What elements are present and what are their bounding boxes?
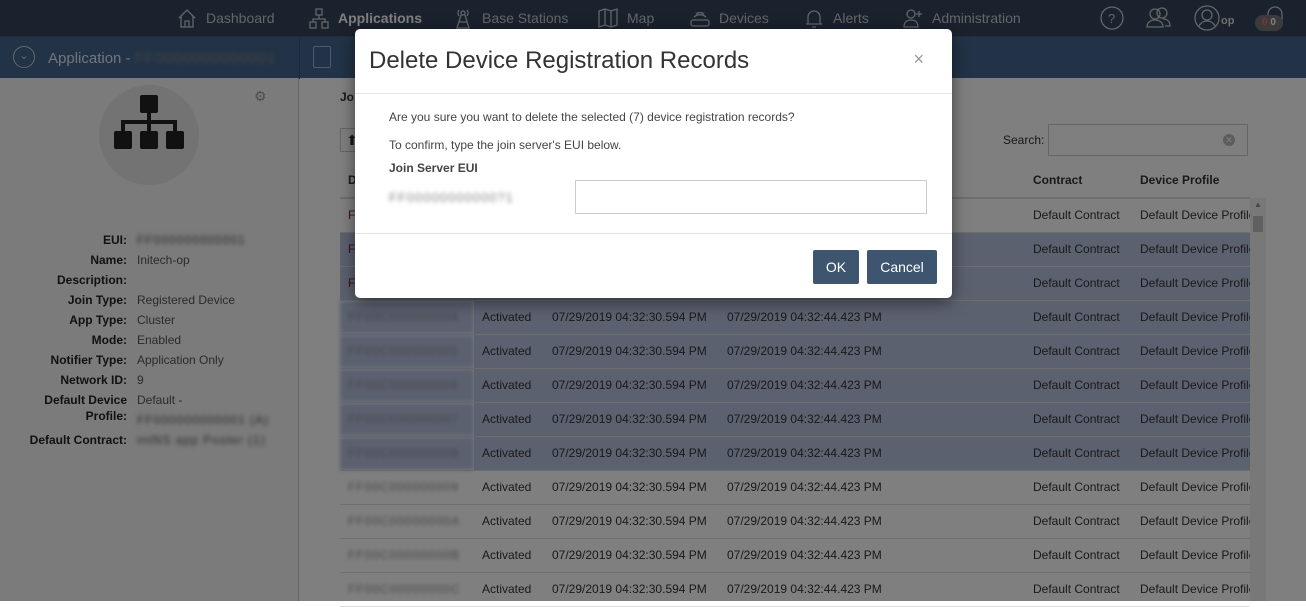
delete-records-dialog: Delete Device Registration Records × Are… [355,29,952,298]
join-server-eui-label: Join Server EUI [389,161,478,175]
close-icon[interactable]: × [913,49,924,70]
join-server-eui-value: FF00000000000?1 [389,190,514,205]
join-server-eui-input[interactable] [575,180,927,214]
cancel-button[interactable]: Cancel [867,250,937,284]
dialog-title: Delete Device Registration Records [369,47,750,74]
confirm-instruction: To confirm, type the join server's EUI b… [389,138,622,152]
confirm-message: Are you sure you want to delete the sele… [389,110,795,124]
ok-button[interactable]: OK [813,250,859,284]
